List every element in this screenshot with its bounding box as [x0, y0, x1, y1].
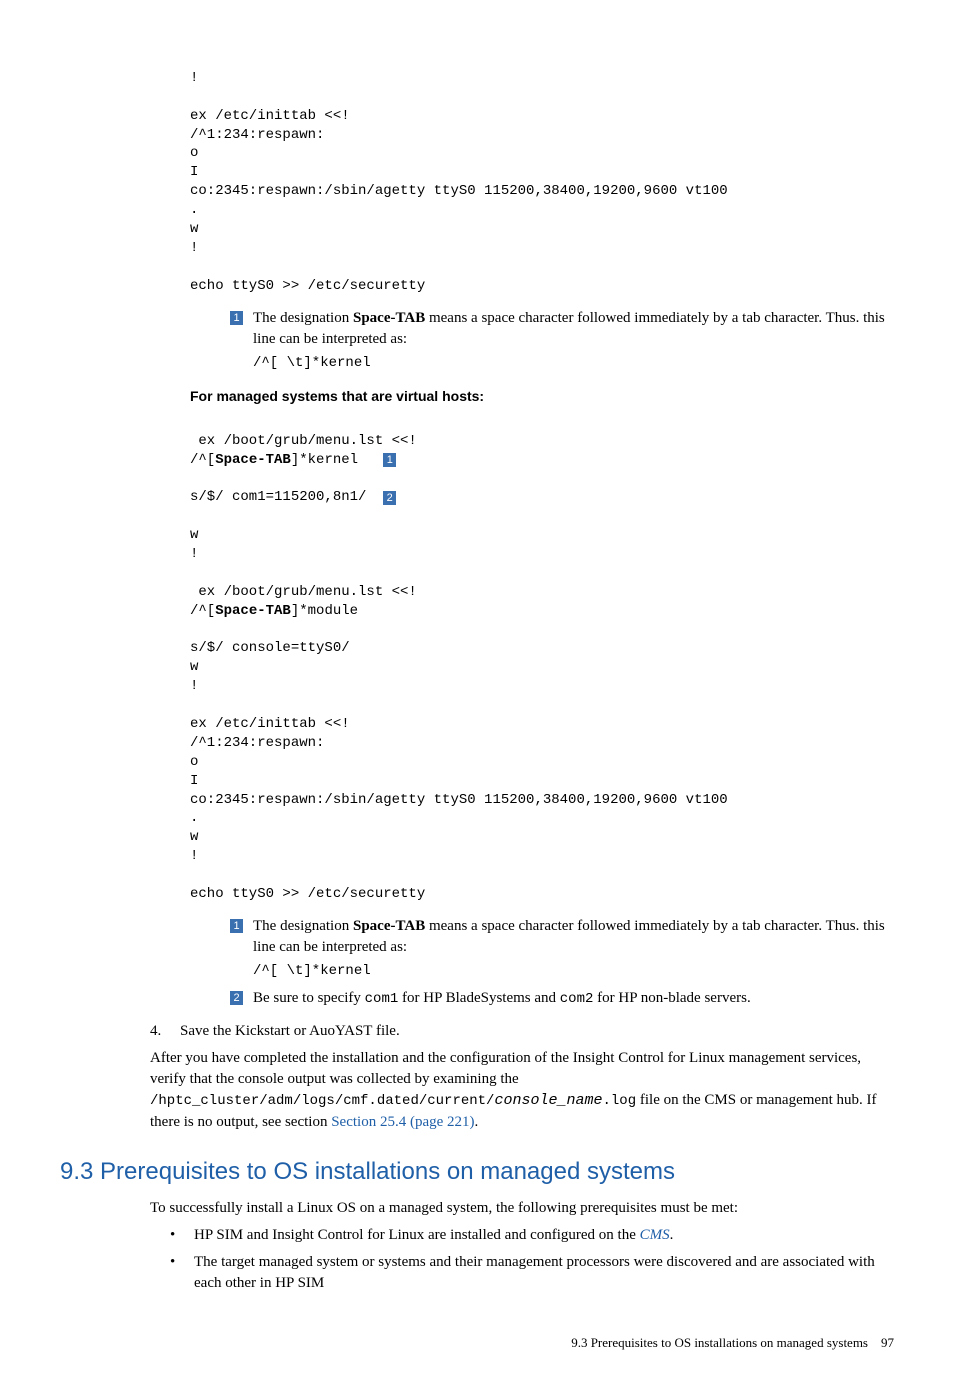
note-text: Be sure to specify com1 for HP BladeSyst…: [253, 988, 751, 1010]
code-line: w: [190, 527, 198, 543]
code-line: .: [190, 202, 198, 218]
page-number: 97: [881, 1335, 894, 1350]
list-item-text: The target managed system or systems and…: [194, 1252, 894, 1294]
step-text: Save the Kickstart or AuoYAST file.: [180, 1021, 400, 1042]
step-4: 4. Save the Kickstart or AuoYAST file.: [150, 1021, 894, 1042]
code-line: ex /boot/grub/menu.lst <<!: [190, 433, 417, 449]
code-line: I: [190, 773, 198, 789]
code-line: co:2345:respawn:/sbin/agetty ttyS0 11520…: [190, 792, 728, 808]
note-code: /^[ \t]*kernel: [253, 962, 894, 982]
code-line: echo ttyS0 >> /etc/securetty: [190, 886, 425, 902]
note-block-1: 1 The designation Space-TAB means a spac…: [230, 308, 894, 374]
callout-1-icon: 1: [383, 453, 396, 467]
note-block-2: 1 The designation Space-TAB means a spac…: [230, 916, 894, 1009]
code-line: w: [190, 659, 198, 675]
code-line: o: [190, 145, 198, 161]
code-line: .: [190, 810, 198, 826]
section-intro: To successfully install a Linux OS on a …: [150, 1198, 894, 1219]
code-line: co:2345:respawn:/sbin/agetty ttyS0 11520…: [190, 183, 728, 199]
prerequisite-list: • HP SIM and Insight Control for Linux a…: [170, 1225, 894, 1294]
cms-glossary-link[interactable]: CMS: [640, 1227, 670, 1243]
bullet-icon: •: [170, 1252, 194, 1294]
code-line: w: [190, 829, 198, 845]
section-link[interactable]: Section 25.4 (page 221): [331, 1114, 474, 1130]
footer-section-title: 9.3 Prerequisites to OS installations on…: [571, 1335, 868, 1350]
code-line: ex /boot/grub/menu.lst <<!: [190, 584, 417, 600]
code-line: o: [190, 754, 198, 770]
callout-1-icon: 1: [230, 311, 243, 325]
note-code: /^[ \t]*kernel: [253, 354, 894, 374]
code-line: w: [190, 221, 198, 237]
code-line: echo ttyS0 >> /etc/securetty: [190, 278, 425, 294]
callout-2-icon: 2: [230, 991, 243, 1005]
list-item: • HP SIM and Insight Control for Linux a…: [170, 1225, 894, 1246]
paragraph-after-steps: After you have completed the installatio…: [150, 1048, 894, 1133]
code-line: !: [190, 70, 198, 86]
callout-1-icon: 1: [230, 919, 243, 933]
code-line: ex /etc/inittab <<!: [190, 716, 350, 732]
code-line: s/$/ console=ttyS0/: [190, 640, 350, 656]
code-line: /^1:234:respawn:: [190, 735, 324, 751]
code-line: !: [190, 678, 198, 694]
code-line: !: [190, 546, 198, 562]
code-line: /^1:234:respawn:: [190, 127, 324, 143]
bullet-icon: •: [170, 1225, 194, 1246]
callout-2-icon: 2: [383, 491, 396, 505]
subheading-virtual-hosts: For managed systems that are virtual hos…: [190, 387, 894, 407]
section-heading-9-3: 9.3 Prerequisites to OS installations on…: [60, 1155, 894, 1189]
step-number: 4.: [150, 1021, 180, 1042]
code-line: !: [190, 848, 198, 864]
code-block-2: ex /boot/grub/menu.lst <<! /^[Space-TAB]…: [190, 413, 894, 904]
code-line: !: [190, 240, 198, 256]
list-item: • The target managed system or systems a…: [170, 1252, 894, 1294]
note-text: The designation Space-TAB means a space …: [253, 918, 885, 955]
code-block-1: ! ex /etc/inittab <<! /^1:234:respawn: o…: [190, 50, 894, 296]
code-line: ex /etc/inittab <<!: [190, 108, 350, 124]
list-item-text: HP SIM and Insight Control for Linux are…: [194, 1225, 673, 1246]
code-line: I: [190, 164, 198, 180]
note-text: The designation Space-TAB means a space …: [253, 310, 885, 347]
page-footer: 9.3 Prerequisites to OS installations on…: [60, 1334, 894, 1352]
